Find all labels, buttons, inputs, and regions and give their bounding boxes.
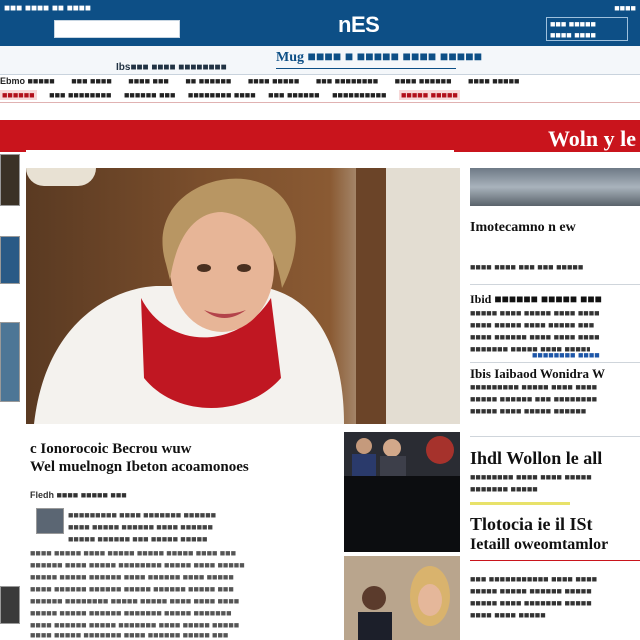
article-intro: ■■■■■ ■■■■■■ ■■■ ■■■■■ ■■■■■	[68, 534, 208, 544]
story-link[interactable]: ■■■■■■■■ ■■■■	[532, 350, 640, 361]
story-thumbnail[interactable]	[470, 168, 640, 206]
top-header: ■■■ ■■■■ ■■ ■■■■ nES ■■■■ ■■■ ■■■■■ ■■■■…	[0, 0, 640, 46]
story-headline[interactable]: Ihdl Wollon le all	[470, 448, 640, 469]
nav-item[interactable]: ■■■■■■■■ ■■■■	[188, 90, 256, 100]
left-thumbnail[interactable]	[0, 322, 20, 402]
breaking-banner: Woln y le	[0, 120, 640, 154]
article-body-line: ■■■■ ■■■■■ ■■■■ ■■■■■ ■■■■■ ■■■■■ ■■■■ ■…	[30, 548, 237, 558]
story-text: ■■■■■ ■■■■■■ ■■■ ■■■■■■■■	[470, 394, 598, 404]
highlight-bar	[470, 502, 570, 505]
banner-stripe	[26, 150, 454, 154]
author-avatar[interactable]	[36, 508, 64, 534]
nav-item[interactable]: ■■■ ■■■■■■■■	[49, 90, 111, 100]
headline-line[interactable]: Wel muelnogn Ibeton acoamonoes	[30, 458, 340, 476]
story-text: ■■■■ ■■■■ ■■■■■	[470, 610, 546, 620]
divider	[470, 560, 640, 561]
nav-item[interactable]: ■■■■■■ ■■■	[124, 90, 175, 100]
hero-photo[interactable]	[26, 168, 460, 424]
search-input[interactable]	[54, 20, 180, 38]
nav-item[interactable]: ■■■■ ■■■	[128, 76, 169, 86]
headline-line[interactable]: c Ionorocoic Becrou wuw	[30, 440, 340, 458]
people-photo	[344, 432, 460, 476]
nav-item[interactable]: ■■■ ■■■■■■	[268, 90, 319, 100]
video-player[interactable]	[344, 476, 460, 552]
story-text: ■■■■■■■■■ ■■■■■ ■■■■ ■■■■	[470, 382, 598, 392]
story-text: ■■■■■ ■■■■■ ■■■■■■ ■■■■■	[470, 586, 592, 596]
story-text: ■■■■■ ■■■■ ■■■■■■■ ■■■■■	[470, 598, 592, 608]
sub-header: Ibs■■■ ■■■■ ■■■■■■■■ Mug ■■■■ ■ ■■■■■ ■■…	[0, 46, 640, 75]
story-text: ■■■■ ■■■■■ ■■■■ ■■■■■ ■■■	[470, 320, 595, 330]
story-text: ■■■ ■■■■■■■■■■■ ■■■■ ■■■■	[470, 574, 598, 584]
article-intro: ■■■■■■■■■ ■■■■ ■■■■■■■ ■■■■■■	[68, 510, 217, 520]
site-logo[interactable]: nES	[338, 12, 380, 38]
right-column: Imotecamno n ew ■■■■ ■■■■ ■■■ ■■■ ■■■■■ …	[466, 168, 640, 640]
story-text: ■■■■■■■ ■■■■■	[470, 484, 538, 494]
divider	[470, 362, 640, 363]
article-body-line: ■■■■■ ■■■■■ ■■■■■■ ■■■■■■■ ■■■■■ ■■■■■■■	[30, 608, 232, 618]
nav-item[interactable]: ■■■ ■■■■	[71, 76, 112, 86]
story-subheadline[interactable]: Ietaill oweomtamlor	[470, 536, 640, 554]
nav-item[interactable]: ■■ ■■■■■■	[185, 76, 231, 86]
article-intro: ■■■■ ■■■■■ ■■■■■■ ■■■■ ■■■■■■	[68, 522, 213, 532]
left-thumbnail[interactable]	[0, 154, 20, 206]
video-thumbnail[interactable]	[344, 432, 460, 476]
story-text: ■■■■ ■■■■ ■■■ ■■■ ■■■■■	[470, 262, 584, 272]
nav-item[interactable]: ■■■■ ■■■■■	[248, 76, 299, 86]
secondary-nav: ■■■■■■ ■■■ ■■■■■■■■ ■■■■■■ ■■■ ■■■■■■■■ …	[0, 90, 640, 103]
nav-item[interactable]: ■■■■ ■■■■■	[468, 76, 519, 86]
story-headline[interactable]: Ibis Iaibaod Wonidra W	[470, 366, 640, 382]
header-left-label[interactable]: ■■■ ■■■■ ■■ ■■■■	[4, 3, 91, 14]
article-body-line: ■■■■■■ ■■■■ ■■■■■ ■■■■■■■■ ■■■■■ ■■■■ ■■…	[30, 560, 245, 570]
section-label[interactable]: Ibs■■■ ■■■■ ■■■■■■■■	[116, 62, 227, 73]
portrait-pair-photo	[344, 556, 460, 640]
nav-item-highlight[interactable]: ■■■■■■	[0, 90, 37, 100]
article-body-line: ■■■■ ■■■■■■ ■■■■■■ ■■■■■ ■■■■■■ ■■■■■ ■■…	[30, 584, 234, 594]
nav-item[interactable]: Ebmo ■■■■■	[0, 76, 55, 86]
divider	[470, 436, 640, 437]
story-headline[interactable]: Imotecamno n ew	[470, 220, 640, 236]
story-headline[interactable]: Tlotocia ie il ISt	[470, 514, 640, 535]
article-headline[interactable]: c Ionorocoic Becrou wuw Wel muelnogn Ibe…	[30, 440, 340, 476]
nav-item[interactable]: ■■■ ■■■■■■■■	[316, 76, 378, 86]
left-thumbnail[interactable]	[0, 236, 20, 284]
left-thumbnail[interactable]	[0, 586, 20, 624]
nav-item[interactable]: ■■■■■■■■■■	[332, 90, 386, 100]
header-account-box[interactable]: ■■■ ■■■■■ ■■■■ ■■■■	[546, 17, 628, 41]
nav-item[interactable]: ■■■■ ■■■■■■	[395, 76, 452, 86]
story-headline[interactable]: Ibid ■■■■■■ ■■■■■ ■■■	[470, 292, 640, 307]
article-byline: Fledh ■■■■ ■■■■■ ■■■	[30, 490, 127, 500]
hero-portrait	[34, 168, 460, 424]
header-right-label[interactable]: ■■■■	[614, 3, 636, 13]
site-tagline: Mug ■■■■ ■ ■■■■■ ■■■■ ■■■■■	[276, 50, 483, 65]
article-body-line: ■■■■ ■■■■■ ■■■■■■■ ■■■■ ■■■■■■ ■■■■■ ■■■	[30, 630, 229, 640]
story-text: ■■■■■ ■■■■ ■■■■■ ■■■■ ■■■■	[470, 308, 600, 318]
photo-thumbnail[interactable]	[344, 556, 460, 640]
story-text: ■■■■ ■■■■■■ ■■■■ ■■■■ ■■■■	[470, 332, 600, 342]
story-text: ■■■■■ ■■■■ ■■■■■ ■■■■■■	[470, 406, 587, 416]
article-body-line: ■■■■■■ ■■■■■■■■ ■■■■■ ■■■■■ ■■■■ ■■■■ ■■…	[30, 596, 240, 606]
main-nav: Ebmo ■■■■■ ■■■ ■■■■ ■■■■ ■■■ ■■ ■■■■■■ ■…	[0, 76, 640, 88]
banner-title[interactable]: Woln y le	[548, 126, 636, 152]
divider	[470, 284, 640, 285]
article-body-line: ■■■■ ■■■■■■ ■■■■■ ■■■■■■■ ■■■■ ■■■■■ ■■■…	[30, 620, 240, 630]
tagline-underline	[276, 68, 456, 69]
story-text: ■■■■■■■■ ■■■■ ■■■■ ■■■■■	[470, 472, 592, 482]
article-body-line: ■■■■■ ■■■■■ ■■■■■■ ■■■■ ■■■■■■ ■■■■ ■■■■…	[30, 572, 234, 582]
nav-item-highlight[interactable]: ■■■■■ ■■■■■	[399, 90, 460, 100]
